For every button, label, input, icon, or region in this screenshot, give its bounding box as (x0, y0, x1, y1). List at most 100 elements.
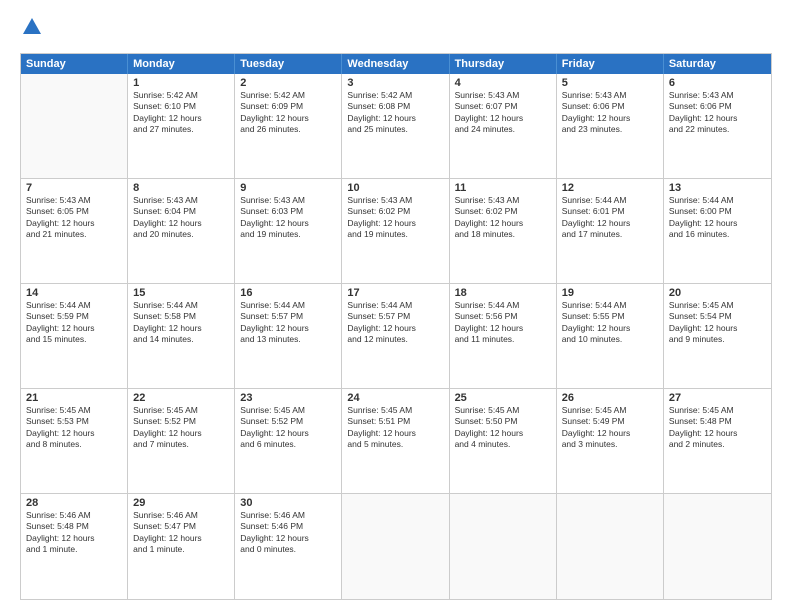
cell-info-line: Sunrise: 5:43 AM (133, 195, 198, 205)
cell-date-number: 17 (347, 287, 443, 299)
cell-info-line: Daylight: 12 hours (455, 113, 524, 123)
cell-info-line: Sunrise: 5:45 AM (133, 405, 198, 415)
cell-info-line: Sunset: 6:02 PM (347, 206, 410, 216)
day-cell-22: 22Sunrise: 5:45 AMSunset: 5:52 PMDayligh… (128, 389, 235, 493)
cell-info-line: Daylight: 12 hours (455, 218, 524, 228)
cell-info-text: Sunrise: 5:44 AMSunset: 5:55 PMDaylight:… (562, 300, 658, 346)
cell-info-line: Sunrise: 5:43 AM (240, 195, 305, 205)
day-cell-6: 6Sunrise: 5:43 AMSunset: 6:06 PMDaylight… (664, 74, 771, 178)
cell-date-number: 23 (240, 392, 336, 404)
cell-info-text: Sunrise: 5:44 AMSunset: 6:00 PM Daylight:… (669, 195, 766, 241)
cell-info-line: Sunrise: 5:44 AM (240, 300, 305, 310)
day-cell-7: 7Sunrise: 5:43 AMSunset: 6:05 PMDaylight… (21, 179, 128, 283)
cell-info-line: Sunrise: 5:46 AM (240, 510, 305, 520)
cell-info-line: Sunrise: 5:44 AM (455, 300, 520, 310)
cell-info-text: Sunrise: 5:42 AMSunset: 6:10 PMDaylight:… (133, 90, 229, 136)
cell-info-line: Daylight: 12 hours (669, 218, 738, 228)
calendar: SundayMondayTuesdayWednesdayThursdayFrid… (20, 53, 772, 600)
cell-info-line: Daylight: 12 hours (133, 218, 202, 228)
cell-info-line: Sunrise: 5:45 AM (669, 300, 734, 310)
cell-info-text: Sunrise: 5:43 AMSunset: 6:02 PM Daylight:… (347, 195, 443, 241)
cell-date-number: 16 (240, 287, 336, 299)
cell-info-line: and 26 minutes. (240, 124, 300, 134)
cell-date-number: 18 (455, 287, 551, 299)
cell-info-line: Sunrise: 5:43 AM (455, 90, 520, 100)
week-row-1: 1Sunrise: 5:42 AMSunset: 6:10 PMDaylight… (21, 74, 771, 179)
day-cell-12: 12Sunrise: 5:44 AMSunset: 6:01 PMDayligh… (557, 179, 664, 283)
cell-date-number: 19 (562, 287, 658, 299)
cell-info-text: Sunrise: 5:44 AMSunset: 5:57 PMDaylight:… (347, 300, 443, 346)
cell-info-line: Daylight: 12 hours (26, 533, 95, 543)
day-cell-3: 3Sunrise: 5:42 AMSunset: 6:08 PMDaylight… (342, 74, 449, 178)
logo (20, 16, 44, 43)
header (20, 16, 772, 43)
week-row-4: 21Sunrise: 5:45 AMSunset: 5:53 PMDayligh… (21, 389, 771, 494)
cell-info-line: Sunrise: 5:44 AM (562, 300, 627, 310)
cell-info-line: Sunrise: 5:44 AM (669, 195, 734, 205)
day-cell-empty (21, 74, 128, 178)
day-header-wednesday: Wednesday (342, 54, 449, 74)
cell-info-line: Sunset: 5:57 PM (240, 311, 303, 321)
cell-date-number: 4 (455, 77, 551, 89)
cell-info-line: and 19 minutes. (240, 229, 300, 239)
cell-date-number: 20 (669, 287, 766, 299)
cell-info-line: and 7 minutes. (133, 439, 189, 449)
cell-info-text: Sunrise: 5:43 AMSunset: 6:06 PMDaylight:… (562, 90, 658, 136)
cell-info-line: Sunrise: 5:45 AM (26, 405, 91, 415)
day-cell-27: 27Sunrise: 5:45 AMSunset: 5:48 PMDayligh… (664, 389, 771, 493)
day-header-thursday: Thursday (450, 54, 557, 74)
cell-date-number: 5 (562, 77, 658, 89)
cell-info-line: Sunrise: 5:43 AM (455, 195, 520, 205)
cell-info-line: and 0 minutes. (240, 544, 296, 554)
day-cell-5: 5Sunrise: 5:43 AMSunset: 6:06 PMDaylight… (557, 74, 664, 178)
cell-date-number: 29 (133, 497, 229, 509)
day-cell-29: 29Sunrise: 5:46 AMSunset: 5:47 PMDayligh… (128, 494, 235, 599)
cell-info-line: Sunset: 5:59 PM (26, 311, 89, 321)
cell-info-line: Sunset: 5:58 PM (133, 311, 196, 321)
day-cell-empty (664, 494, 771, 599)
cell-date-number: 1 (133, 77, 229, 89)
cell-date-number: 13 (669, 182, 766, 194)
cell-info-line: Sunrise: 5:43 AM (562, 90, 627, 100)
cell-info-line: Sunset: 6:09 PM (240, 101, 303, 111)
cell-info-line: Sunset: 5:55 PM (562, 311, 625, 321)
cell-info-line: Sunset: 6:00 PM (669, 206, 732, 216)
day-cell-empty (450, 494, 557, 599)
cell-info-line: Daylight: 12 hours (26, 218, 95, 228)
cell-info-text: Sunrise: 5:45 AMSunset: 5:51 PMDaylight:… (347, 405, 443, 451)
cell-info-line: and 23 minutes. (562, 124, 622, 134)
cell-info-line: Daylight: 12 hours (347, 113, 416, 123)
day-cell-19: 19Sunrise: 5:44 AMSunset: 5:55 PMDayligh… (557, 284, 664, 388)
cell-date-number: 15 (133, 287, 229, 299)
cell-info-line: Sunset: 6:03 PM (240, 206, 303, 216)
cell-date-number: 8 (133, 182, 229, 194)
cell-info-line: Daylight: 12 hours (347, 218, 416, 228)
cell-info-line: Sunrise: 5:43 AM (347, 195, 412, 205)
cell-info-line: Sunrise: 5:42 AM (347, 90, 412, 100)
cell-info-line: Daylight: 12 hours (240, 323, 309, 333)
cell-date-number: 28 (26, 497, 122, 509)
cell-info-line: and 15 minutes. (26, 334, 86, 344)
cell-info-line: and 13 minutes. (240, 334, 300, 344)
day-cell-26: 26Sunrise: 5:45 AMSunset: 5:49 PMDayligh… (557, 389, 664, 493)
cell-info-text: Sunrise: 5:45 AMSunset: 5:52 PMDaylight:… (240, 405, 336, 451)
cell-info-line: Sunset: 6:04 PM (133, 206, 196, 216)
cell-info-line: and 8 minutes. (26, 439, 82, 449)
cell-date-number: 22 (133, 392, 229, 404)
day-cell-24: 24Sunrise: 5:45 AMSunset: 5:51 PMDayligh… (342, 389, 449, 493)
cell-info-line: Sunrise: 5:43 AM (669, 90, 734, 100)
day-cell-empty (342, 494, 449, 599)
cell-info-text: Sunrise: 5:43 AMSunset: 6:05 PMDaylight:… (26, 195, 122, 241)
cell-info-line: Sunset: 5:52 PM (133, 416, 196, 426)
cell-info-line: Sunrise: 5:44 AM (562, 195, 627, 205)
cell-info-line: and 11 minutes. (455, 334, 515, 344)
cell-info-line: Sunrise: 5:43 AM (26, 195, 91, 205)
cell-info-line: Sunrise: 5:42 AM (240, 90, 305, 100)
cell-date-number: 9 (240, 182, 336, 194)
cell-info-text: Sunrise: 5:45 AMSunset: 5:54 PMDaylight:… (669, 300, 766, 346)
day-cell-4: 4Sunrise: 5:43 AMSunset: 6:07 PMDaylight… (450, 74, 557, 178)
cell-info-text: Sunrise: 5:42 AMSunset: 6:09 PMDaylight:… (240, 90, 336, 136)
cell-date-number: 14 (26, 287, 122, 299)
day-header-monday: Monday (128, 54, 235, 74)
week-row-5: 28Sunrise: 5:46 AMSunset: 5:48 PMDayligh… (21, 494, 771, 599)
